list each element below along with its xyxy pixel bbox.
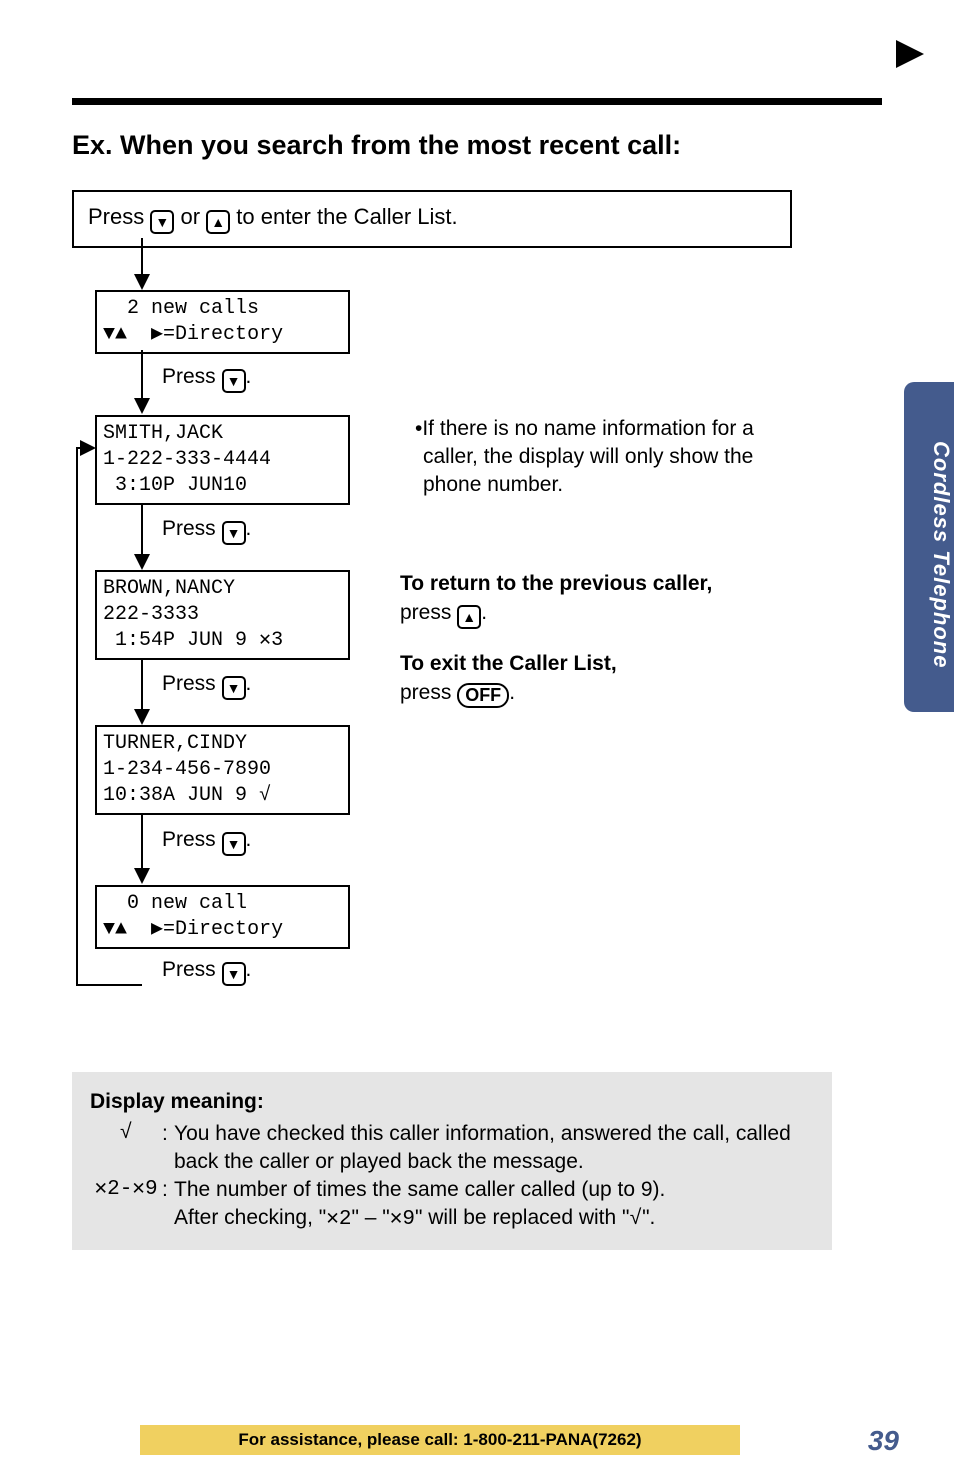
note-exit-body: press OFF. [400,679,515,708]
period: . [481,601,487,624]
line: 10:38A JUN 9 √ [103,784,271,807]
line: 1:54P JUN 9 ✕3 [103,629,283,652]
side-tab-cordless-telephone: Cordless Telephone [904,382,954,712]
bold-text: To exit the Caller List, [400,652,617,675]
line: 222-3333 [103,603,199,626]
period: . [246,365,252,388]
mono-text: ✕2 [326,1208,351,1231]
up-key-icon: ▲ [206,210,230,234]
down-key-icon: ▼ [222,521,246,545]
page-number: 39 [868,1425,899,1457]
press-down-step-2: Press ▼. [162,517,251,545]
line: ▼▲ ▶=Directory [103,323,283,346]
display-meaning-row-check: √ : You have checked this caller informa… [90,1120,816,1176]
display-caller-smith: SMITH,JACK 1-222-333-4444 3:10P JUN10 [95,415,350,505]
text: The number of times the same caller call… [174,1178,665,1201]
text: press [400,681,457,704]
display-meaning-row-times: ✕2-✕9 : The number of times the same cal… [90,1176,816,1234]
press-down-step-1: Press ▼. [162,365,251,393]
line: BROWN,NANCY [103,577,235,600]
press-label: Press [162,517,222,540]
text: After checking, " [174,1206,326,1229]
continue-arrow-icon [896,40,924,68]
press-down-step-5: Press ▼. [162,958,251,986]
colon: : [162,1120,174,1176]
text: ". [642,1206,655,1229]
footer-assistance: For assistance, please call: 1-800-211-P… [140,1425,740,1455]
note-return-previous-body: press ▲. [400,599,487,629]
down-key-icon: ▼ [150,210,174,234]
press-label: Press [162,672,222,695]
period: . [246,958,252,981]
display-meaning-panel: Display meaning: √ : You have checked th… [72,1072,832,1250]
line: 1-222-333-4444 [103,448,271,471]
enter-caller-list-instruction: Press ▼ or ▲ to enter the Caller List. [72,190,792,248]
display-zero-new-call: 0 new call ▼▲ ▶=Directory [95,885,350,949]
mono-text: √ [629,1208,642,1231]
display-caller-turner: TURNER,CINDY 1-234-456-7890 10:38A JUN 9… [95,725,350,815]
press-label: Press [162,828,222,851]
period: . [246,828,252,851]
press-down-step-3: Press ▼. [162,672,251,700]
note-return-previous-title: To return to the previous caller, [400,570,800,598]
line: 1-234-456-7890 [103,758,271,781]
press-down-step-4: Press ▼. [162,828,251,856]
period: . [509,681,515,704]
period: . [246,672,252,695]
line: 3:10P JUN10 [103,474,247,497]
text: " will be replaced with " [415,1206,630,1229]
line: TURNER,CINDY [103,732,247,755]
text: press [400,601,457,624]
period: . [246,517,252,540]
down-key-icon: ▼ [222,832,246,856]
line: 2 new calls [103,297,259,320]
display-caller-brown: BROWN,NANCY 222-3333 1:54P JUN 9 ✕3 [95,570,350,660]
top-divider [72,98,882,105]
display-meaning-title: Display meaning: [90,1088,816,1116]
line: 0 new call [103,892,247,915]
press-label: Press [162,958,222,981]
down-key-icon: ▼ [222,676,246,700]
bold-text: To return to the previous caller, [400,572,712,595]
note-exit-title: To exit the Caller List, [400,650,780,678]
times-symbol: ✕2-✕9 [90,1176,162,1234]
row2-text: The number of times the same caller call… [174,1176,665,1234]
off-key-icon: OFF [457,683,509,708]
note-no-name-info: •If there is no name information for a c… [415,415,795,499]
colon: : [162,1176,174,1234]
mono-text: ✕9 [390,1208,415,1231]
display-new-calls: 2 new calls ▼▲ ▶=Directory [95,290,350,354]
down-key-icon: ▼ [222,369,246,393]
row1-text: You have checked this caller information… [174,1120,816,1176]
section-title: Ex. When you search from the most recent… [72,130,681,161]
press-label: Press [162,365,222,388]
instr-mid: or [174,204,206,229]
line: ▼▲ ▶=Directory [103,918,283,941]
up-key-icon: ▲ [457,605,481,629]
text: " – " [351,1206,389,1229]
instr-prefix: Press [88,204,150,229]
down-key-icon: ▼ [222,962,246,986]
page-footer: For assistance, please call: 1-800-211-P… [0,1415,954,1455]
line: SMITH,JACK [103,422,223,445]
instr-suffix: to enter the Caller List. [230,204,457,229]
check-symbol: √ [90,1120,162,1176]
